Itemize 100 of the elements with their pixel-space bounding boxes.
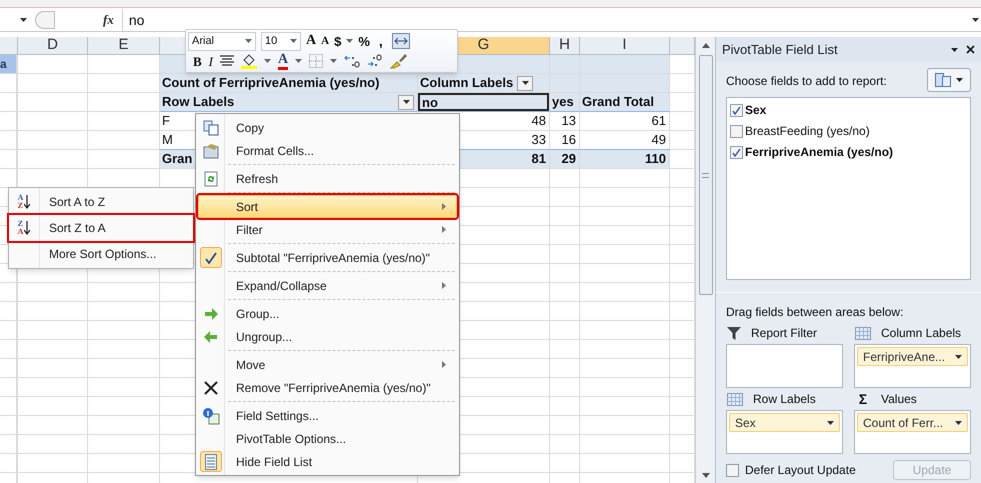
grid-cell[interactable]: [580, 283, 670, 302]
shrink-font-button[interactable]: A: [321, 36, 330, 47]
grid-cell[interactable]: [18, 283, 88, 302]
drop-area[interactable]: [726, 344, 843, 388]
column-header[interactable]: D: [18, 37, 88, 54]
grid-cell[interactable]: [550, 302, 580, 321]
grid-cell[interactable]: Grand Total: [580, 93, 670, 112]
bold-button[interactable]: B: [193, 54, 202, 68]
menu-item[interactable]: Group...: [198, 302, 457, 325]
grid-cell[interactable]: [0, 397, 18, 416]
grid-cell[interactable]: 13: [550, 112, 580, 131]
grid-cell[interactable]: [550, 188, 580, 207]
grid-cell[interactable]: Column Labels: [418, 74, 550, 93]
grid-cell[interactable]: [88, 321, 160, 340]
field-name[interactable]: FerripriveAnemia (yes/no): [745, 143, 894, 161]
menu-item[interactable]: Ungroup...: [198, 325, 457, 348]
close-icon[interactable]: [966, 45, 975, 54]
checkbox[interactable]: [730, 104, 743, 116]
grid-cell[interactable]: [88, 454, 160, 473]
field-name[interactable]: BreastFeeding (yes/no): [745, 122, 870, 140]
field-chip[interactable]: FerripriveAne...: [857, 347, 968, 366]
grid-cell[interactable]: [0, 74, 18, 93]
menu-item[interactable]: Field Settings...: [198, 404, 457, 427]
grid-cell[interactable]: [0, 454, 18, 473]
grid-cell[interactable]: [18, 302, 88, 321]
grid-cell[interactable]: yes: [550, 93, 580, 112]
grid-cell[interactable]: [580, 74, 670, 93]
grid-cell[interactable]: [0, 112, 18, 131]
grid-cell[interactable]: [550, 207, 580, 226]
grid-cell[interactable]: [88, 359, 160, 378]
grid-cell[interactable]: [550, 435, 580, 454]
grid-cell[interactable]: [0, 283, 18, 302]
grid-cell[interactable]: [550, 359, 580, 378]
grid-cell[interactable]: [18, 55, 88, 74]
currency-button[interactable]: $: [334, 34, 342, 48]
column-header[interactable]: H: [550, 37, 580, 54]
grid-cell[interactable]: [88, 378, 160, 397]
menu-item[interactable]: Remove "FerripriveAnemia (yes/no)": [198, 376, 457, 399]
decrease-decimal-icon[interactable]: [367, 54, 384, 68]
grid-cell[interactable]: [580, 397, 670, 416]
checkbox[interactable]: [730, 146, 743, 158]
grid-cell[interactable]: 110: [580, 150, 670, 169]
checkbox[interactable]: [730, 124, 743, 138]
scroll-thumb[interactable]: [698, 55, 712, 295]
menu-item[interactable]: PivotTable Options...: [198, 427, 457, 450]
grid-cell[interactable]: Count of FerripriveAnemia (yes/no): [160, 74, 418, 93]
drop-area[interactable]: FerripriveAne...: [854, 344, 971, 388]
grid-cell[interactable]: [580, 55, 670, 74]
menu-item[interactable]: Hide Field List: [198, 450, 457, 473]
drop-area[interactable]: Count of Ferr...: [854, 410, 971, 454]
italic-button[interactable]: I: [208, 54, 214, 68]
grid-cell[interactable]: [0, 302, 18, 321]
grid-cell[interactable]: [550, 378, 580, 397]
grid-cell[interactable]: a: [0, 55, 18, 74]
grid-cell[interactable]: [580, 245, 670, 264]
field-name[interactable]: Sex: [745, 101, 766, 119]
grid-cell[interactable]: [550, 397, 580, 416]
font-field[interactable]: Arial: [188, 32, 256, 51]
field-chip[interactable]: Count of Ferr...: [857, 413, 968, 432]
grid-cell[interactable]: [580, 321, 670, 340]
grid-cell[interactable]: [18, 93, 88, 112]
grid-cell[interactable]: no: [418, 93, 550, 112]
grid-cell[interactable]: [580, 207, 670, 226]
grid-cell[interactable]: [88, 340, 160, 359]
grid-cell[interactable]: [18, 131, 88, 150]
grid-cell[interactable]: [88, 302, 160, 321]
name-box-handle[interactable]: [35, 10, 55, 28]
grid-cell[interactable]: [580, 302, 670, 321]
menu-item[interactable]: Filter: [198, 218, 457, 241]
paintbrush-icon[interactable]: [390, 53, 408, 70]
grid-cell[interactable]: [18, 150, 88, 169]
checkbox[interactable]: [726, 464, 739, 476]
layout-button[interactable]: [927, 68, 971, 92]
grid-cell[interactable]: [18, 112, 88, 131]
grid-cell[interactable]: [580, 435, 670, 454]
grid-cell[interactable]: [580, 378, 670, 397]
grid-cell[interactable]: [88, 131, 160, 150]
grid-cell[interactable]: [18, 74, 88, 93]
grid-cell[interactable]: [88, 435, 160, 454]
menu-item[interactable]: Move: [198, 353, 457, 376]
borders-icon[interactable]: [309, 54, 324, 68]
scroll-down-icon[interactable]: [702, 472, 710, 478]
grid-cell[interactable]: [550, 283, 580, 302]
grid-cell[interactable]: [550, 55, 580, 74]
grid-cell[interactable]: [0, 131, 18, 150]
grid-cell[interactable]: [0, 435, 18, 454]
drop-area[interactable]: Sex: [726, 410, 843, 454]
percent-button[interactable]: %: [358, 34, 370, 48]
grid-cell[interactable]: [580, 188, 670, 207]
menu-item[interactable]: A Z Sort A to Z: [9, 189, 193, 215]
grid-cell[interactable]: [550, 454, 580, 473]
grid-cell[interactable]: [550, 416, 580, 435]
column-header[interactable]: E: [88, 37, 160, 54]
wrap-text-icon[interactable]: [392, 33, 410, 50]
grid-cell[interactable]: 61: [580, 112, 670, 131]
grid-cell[interactable]: [18, 340, 88, 359]
filter-dropdown-button[interactable]: [398, 94, 414, 110]
grid-cell[interactable]: [18, 378, 88, 397]
font-color-button[interactable]: A: [278, 52, 288, 70]
column-header[interactable]: I: [580, 37, 670, 54]
